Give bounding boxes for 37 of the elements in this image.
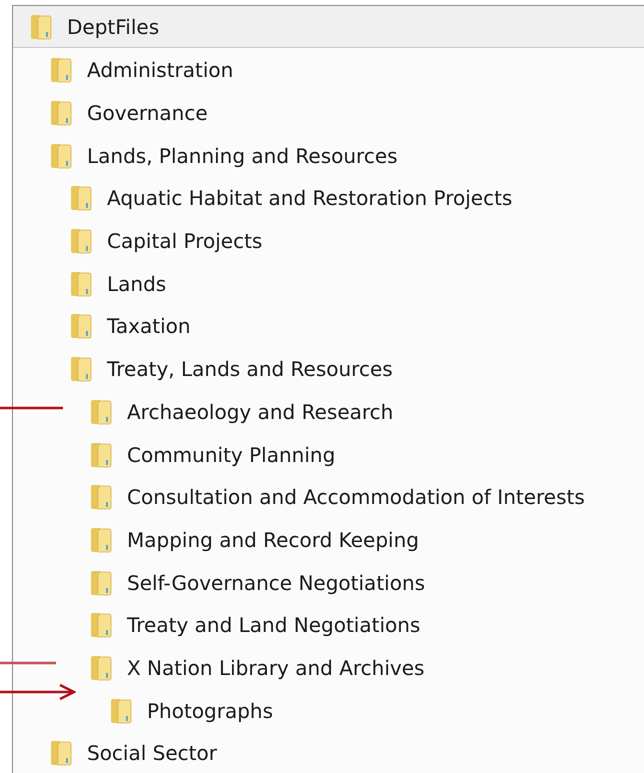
folder-icon [69,185,93,212]
tree-item[interactable]: Photographs [13,689,644,732]
tree-item[interactable]: Archaeology and Research [13,390,644,434]
tree-item[interactable]: Community Planning [13,433,644,476]
tree-item[interactable]: Capital Projects [13,220,644,262]
folder-icon [89,570,113,596]
tree-item[interactable]: Treaty and Land Negotiations [13,604,644,647]
tree-item[interactable]: Administration [13,49,644,92]
tree-item[interactable]: Lands [13,262,644,306]
tree-item[interactable]: Treaty, Lands and Resources [13,348,644,390]
folder-icon [69,228,93,254]
folder-icon [49,57,73,84]
tree-item[interactable]: Consultation and Accommodation of Interests [13,476,644,519]
folder-icon [49,142,73,169]
folder-icon [89,442,113,468]
tree-item[interactable]: Social Sector [13,732,644,773]
annotation-line [0,405,64,411]
tree-item[interactable]: Aquatic Habitat and Restoration Projects [13,177,644,220]
tree-item[interactable]: Governance [13,92,644,134]
folder-icon [29,14,53,40]
tree-item[interactable]: Lands, Planning and Resources [13,134,644,178]
folder-icon [109,698,133,724]
tree-item[interactable]: Mapping and Record Keeping [13,518,644,562]
tree-item[interactable]: Taxation [13,305,644,348]
annotation-line [0,660,57,666]
tree-item[interactable]: Self-Governance Negotiations [13,561,644,604]
folder-icon [49,740,73,766]
tree-item[interactable]: X Nation Library and Archives [13,646,644,690]
folder-icon [89,612,113,638]
folder-icon [49,100,73,126]
folder-icon [69,270,93,297]
folder-icon [69,356,93,382]
folder-icon [89,398,113,425]
folder-icon [89,484,113,510]
folder-icon [89,526,113,553]
folder-icon [89,654,113,681]
folder-icon [69,313,93,340]
